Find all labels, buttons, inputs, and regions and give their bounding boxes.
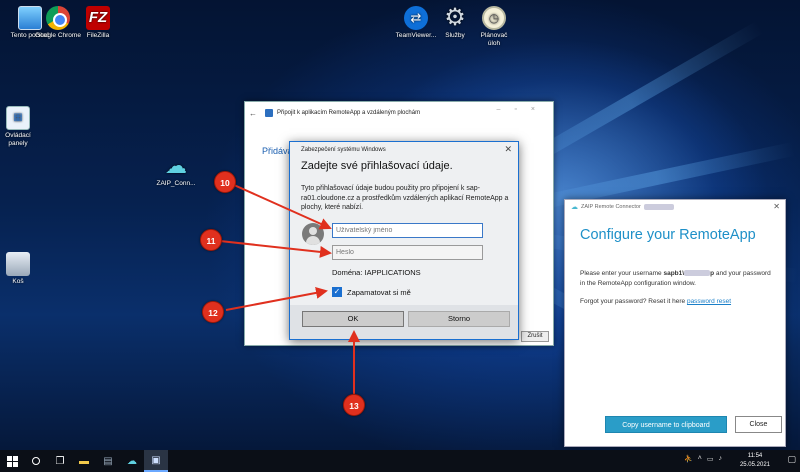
task-view-icon: ❐ [55, 455, 65, 467]
desktop-icon-recycle-bin[interactable]: Koš [0, 252, 46, 286]
chevron-up-icon: ˄ [697, 455, 702, 462]
taskbar-file-explorer[interactable]: ▬ [72, 450, 96, 472]
dialog-title: Zabezpečení systému Windows [301, 147, 386, 153]
redacted-text [643, 204, 674, 210]
password-reset-link[interactable]: password reset [687, 298, 731, 305]
remote-desktop-icon: ▣ [151, 454, 161, 466]
people-icon: ⛹ [684, 456, 693, 463]
remember-me-label[interactable]: Zapamatovat si mě [347, 288, 411, 297]
dialog-heading: Zadejte své přihlašovací údaje. [301, 160, 453, 172]
system-tray[interactable]: ⛹ ˄ ▭ ♪ [684, 455, 722, 463]
search-button[interactable] [24, 450, 48, 472]
zaip-instructions: Please enter your username sapb1\ p and y… [580, 270, 771, 287]
zaip-title: ZAIP Remote Connector [581, 204, 641, 210]
copy-username-button[interactable]: Copy username to clipboard [605, 416, 727, 433]
windows-logo-icon [6, 455, 18, 467]
taskbar-zaip[interactable]: ☁ [120, 450, 144, 472]
user-avatar-icon [302, 223, 324, 245]
teamviewer-icon: ⇄ [404, 6, 428, 30]
checkmark-icon: ✓ [333, 287, 341, 296]
desktop-icon-task-scheduler[interactable]: ◷ Plánovač úloh [466, 6, 522, 48]
search-icon [32, 457, 40, 465]
domain-label: Doména: IAPPLICATIONS [332, 268, 421, 277]
zaip-forgot-password: Forgot your password? Reset it here pass… [580, 298, 732, 305]
cloud-icon: ☁ [127, 455, 137, 467]
recycle-bin-icon [6, 252, 30, 276]
remoteapp-heading: Přidává [262, 146, 293, 156]
remoteapp-cancel-button[interactable]: Zrušit [521, 331, 549, 342]
zaip-close-button[interactable]: Close [735, 416, 782, 433]
network-icon: ▭ [706, 456, 714, 463]
cloud-icon: ☁ [571, 204, 578, 211]
dialog-description: Tyto přihlašovací údaje budou použity pr… [301, 185, 509, 211]
windows-security-dialog: Zabezpečení systému Windows ✕ Zadejte sv… [289, 141, 519, 340]
zaip-username: sapb1\ p [663, 270, 715, 277]
cloud-icon: ☁ [165, 153, 187, 178]
remember-me-checkbox[interactable]: ✓ [332, 287, 342, 297]
clock-icon: ◷ [482, 6, 506, 30]
remoteapp-icon [265, 109, 273, 117]
redacted-username [684, 270, 711, 277]
callout-10: 10 [214, 171, 236, 193]
control-panel-icon: ▦ [6, 106, 30, 130]
taskbar-remoteapp[interactable]: ▣ [144, 450, 168, 472]
back-arrow-icon[interactable]: ← [249, 109, 257, 118]
server-icon: ▤ [103, 455, 113, 467]
desktop-icon-control-panel[interactable]: ▦ Ovládací panely [0, 106, 46, 148]
volume-icon: ♪ [718, 455, 723, 462]
zaip-titlebar: ☁ ZAIP Remote Connector [565, 200, 785, 214]
ok-button[interactable]: OK [302, 311, 404, 327]
start-button[interactable] [0, 450, 24, 472]
task-view-button[interactable]: ❐ [48, 450, 72, 472]
callout-13: 13 [343, 394, 365, 416]
desktop-icon-filezilla[interactable]: FZ FileZilla [70, 6, 126, 40]
desktop-icon-zaip[interactable]: ☁ ZAIP_Conn... [148, 154, 204, 188]
callout-12: 12 [202, 301, 224, 323]
taskbar-server-manager[interactable]: ▤ [96, 450, 120, 472]
filezilla-icon: FZ [86, 6, 110, 30]
folder-icon: ▬ [79, 455, 89, 467]
password-input[interactable] [332, 245, 483, 260]
dialog-button-bar: OK Storno [290, 305, 518, 339]
notification-icon[interactable]: ▢ [787, 454, 796, 465]
chrome-icon [46, 6, 70, 30]
username-input[interactable] [332, 223, 483, 238]
window-controls[interactable]: –▫× [497, 106, 549, 113]
gears-icon: ⚙ [444, 4, 466, 31]
cancel-button[interactable]: Storno [408, 311, 510, 327]
remoteapp-title: Připojit k aplikacím RemoteApp a vzdálen… [277, 110, 421, 116]
zaip-heading: Configure your RemoteApp [580, 227, 756, 243]
taskbar: ❐ ▬ ▤ ☁ ▣ ⛹ ˄ ▭ ♪ 11:54 25.05.2021 ▢ [0, 450, 800, 472]
taskbar-clock[interactable]: 11:54 25.05.2021 [740, 452, 770, 469]
close-icon[interactable]: ✕ [773, 202, 780, 211]
callout-11: 11 [200, 229, 222, 251]
zaip-connector-window: ☁ ZAIP Remote Connector ✕ Configure your… [564, 199, 786, 447]
close-icon[interactable]: ✕ [504, 144, 512, 155]
